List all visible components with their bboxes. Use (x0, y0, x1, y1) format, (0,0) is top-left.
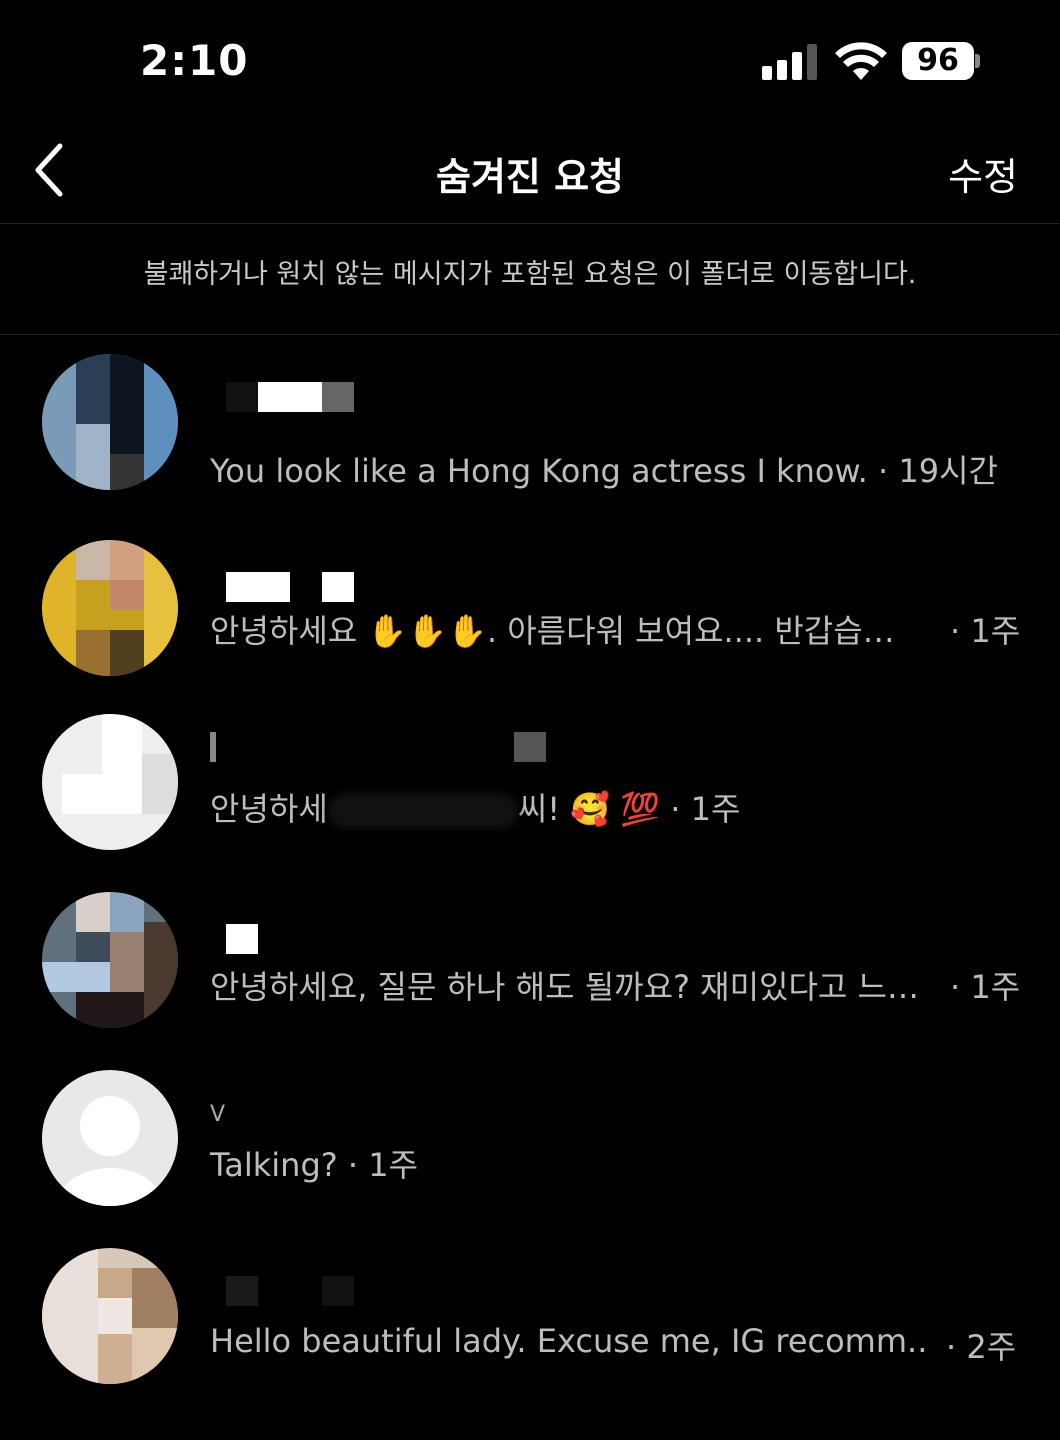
wifi-icon (835, 42, 887, 80)
message-preview: 안녕하세요 ✋✋✋. 아름다워 보여요.... 반갑습… (210, 612, 895, 650)
nav-header: 숨겨진 요청 수정 (0, 120, 1060, 224)
username-fragment: V (210, 1102, 226, 1127)
edit-button[interactable]: 수정 (948, 146, 1018, 201)
avatar (42, 540, 178, 676)
redacted-text (327, 793, 518, 829)
avatar (42, 354, 178, 490)
message-preview: Talking? · 1주 (210, 1146, 419, 1184)
person-silhouette-icon (58, 1096, 162, 1206)
request-row[interactable]: 안녕하세요, 질문 하나 해도 될까요? 재미있다고 느… · 1주 (0, 888, 1060, 1066)
message-preview: 안녕하세 씨! 🥰 💯 · 1주 (210, 790, 741, 829)
request-row[interactable]: V Talking? · 1주 (0, 1066, 1060, 1244)
folder-notice: 불쾌하거나 원치 않는 메시지가 포함된 요청은 이 폴더로 이동합니다. (0, 225, 1060, 335)
page-title: 숨겨진 요청 (435, 155, 625, 199)
avatar (42, 1248, 178, 1384)
message-time: · 1주 (950, 612, 1021, 650)
default-avatar (42, 1070, 178, 1206)
request-row[interactable]: 안녕하세요 ✋✋✋. 아름다워 보여요.... 반갑습… · 1주 (0, 532, 1060, 710)
message-time: · 2주 (946, 1328, 1017, 1366)
battery-icon: 96 (902, 42, 974, 80)
request-row[interactable]: Hello beautiful lady. Excuse me, IG reco… (0, 1244, 1060, 1422)
message-preview: Hello beautiful lady. Excuse me, IG reco… (210, 1322, 930, 1360)
message-time: · 1주 (950, 968, 1021, 1006)
message-preview: 안녕하세요, 질문 하나 해도 될까요? 재미있다고 느… (210, 968, 919, 1006)
avatar (42, 714, 178, 850)
battery-tip (975, 54, 980, 68)
message-preview: You look like a Hong Kong actress I know… (210, 452, 998, 490)
status-bar: 2:10 96 (0, 0, 1060, 120)
request-row[interactable]: You look like a Hong Kong actress I know… (0, 354, 1060, 532)
status-time: 2:10 (140, 36, 249, 85)
request-row[interactable]: 안녕하세 씨! 🥰 💯 · 1주 (0, 710, 1060, 888)
avatar (42, 892, 178, 1028)
cellular-signal-icon (762, 44, 818, 80)
